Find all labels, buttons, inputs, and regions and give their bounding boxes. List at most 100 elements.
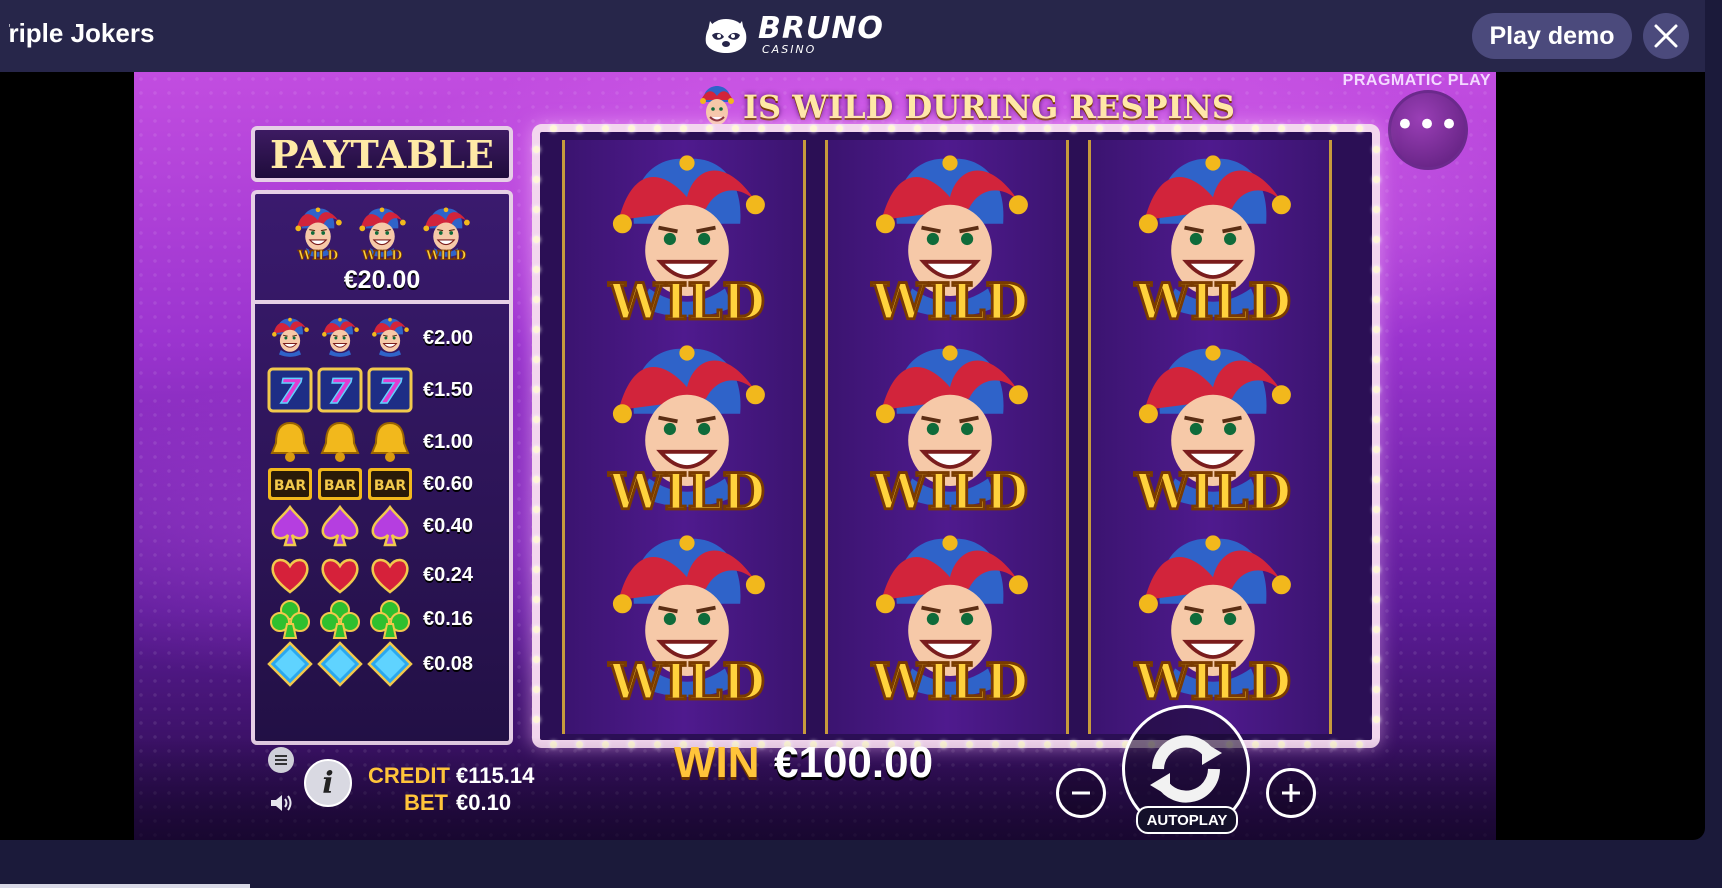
minus-icon <box>1072 791 1090 795</box>
paytable-row: 7 7 7 €1.50 <box>267 366 507 414</box>
heart-symbol <box>317 552 363 598</box>
svg-text:BAR: BAR <box>374 478 407 494</box>
frame-light <box>1373 236 1380 243</box>
frame-light <box>550 125 557 132</box>
credit-value: €115.14 <box>456 763 535 788</box>
svg-text:WILD: WILD <box>608 463 765 521</box>
decrease-bet-button[interactable] <box>1056 768 1106 818</box>
bet-value: €0.10 <box>456 790 512 815</box>
footer-strip <box>0 840 1722 888</box>
joker-wild-symbol: WILD <box>1097 144 1329 334</box>
club-symbol <box>267 596 313 642</box>
info-icon: i <box>322 765 334 801</box>
frame-light <box>1018 125 1025 132</box>
footer-divider <box>0 884 250 888</box>
frame-light <box>810 125 817 132</box>
paytable-value: €0.40 <box>423 514 474 537</box>
paytable-row: €1.00 <box>267 418 507 466</box>
frame-light <box>1373 266 1380 273</box>
frame-light <box>1373 596 1380 603</box>
wild-banner-text: IS WILD DURING RESPINS <box>743 88 1235 126</box>
frame-light <box>533 146 540 153</box>
frame-light <box>576 125 583 132</box>
frame-light <box>1278 125 1285 132</box>
frame-light <box>1373 506 1380 513</box>
frame-light <box>654 125 661 132</box>
bar-symbol: BAR <box>267 461 313 507</box>
win-label: WIN <box>674 738 760 787</box>
sound-button[interactable] <box>268 789 296 817</box>
frame-light <box>1373 686 1380 693</box>
paytable-title: PAYTABLE <box>251 126 513 182</box>
frame-light <box>602 125 609 132</box>
paytable-value: €2.00 <box>423 326 474 349</box>
frame-light <box>1373 536 1380 543</box>
joker-symbol <box>367 315 413 361</box>
spin-arrows-icon <box>1150 735 1222 803</box>
frame-light <box>533 266 540 273</box>
heart-symbol <box>267 552 313 598</box>
game-stage: PRAGMATIC PLAY IS WILD DURING RESPINS ••… <box>0 72 1705 840</box>
paytable-row: €0.08 <box>267 640 507 688</box>
frame-light <box>533 716 540 723</box>
frame-light <box>1330 125 1337 132</box>
frame-light <box>533 176 540 183</box>
svg-text:WILD: WILD <box>361 249 402 264</box>
raccoon-mascot-icon <box>705 19 747 53</box>
svg-text:7: 7 <box>378 372 402 412</box>
top-bar: Triple Jokers BRUNO CASINO Play demo <box>0 0 1705 72</box>
paytable-value: €0.08 <box>423 652 474 675</box>
increase-bet-button[interactable] <box>1266 768 1316 818</box>
bell-symbol <box>267 419 313 465</box>
svg-text:BAR: BAR <box>274 478 307 494</box>
joker-wild-symbol: WILD <box>289 202 347 264</box>
slot-game: PRAGMATIC PLAY IS WILD DURING RESPINS ••… <box>134 72 1496 840</box>
frame-light <box>533 656 540 663</box>
frame-light <box>706 125 713 132</box>
paytable-value: €0.24 <box>423 563 474 586</box>
reel-3: WILD WILD WILD <box>1088 140 1332 734</box>
svg-text:WILD: WILD <box>871 653 1028 711</box>
bar-symbol: BAR <box>367 461 413 507</box>
paytable-top: WILD WILD WILD €20.00 <box>255 194 509 304</box>
frame-light <box>533 446 540 453</box>
frame-light <box>992 125 999 132</box>
joker-symbol <box>267 315 313 361</box>
frame-light <box>1373 446 1380 453</box>
hamburger-icon <box>275 755 287 765</box>
frame-light <box>1200 125 1207 132</box>
menu-button[interactable]: ••• <box>1388 90 1468 170</box>
joker-wild-symbol: WILD <box>353 202 411 264</box>
joker-symbol <box>317 315 363 361</box>
svg-text:WILD: WILD <box>1134 273 1291 331</box>
joker-wild-symbol: WILD <box>834 524 1066 714</box>
diamond-symbol <box>367 641 413 687</box>
svg-text:7: 7 <box>328 372 352 412</box>
frame-light <box>1373 476 1380 483</box>
frame-light <box>533 326 540 333</box>
autoplay-button[interactable]: AUTOPLAY <box>1136 806 1238 834</box>
svg-text:BAR: BAR <box>324 478 357 494</box>
settings-menu-button[interactable] <box>268 747 294 773</box>
svg-text:WILD: WILD <box>1134 463 1291 521</box>
play-demo-button[interactable]: Play demo <box>1472 13 1632 59</box>
frame-light <box>1373 296 1380 303</box>
svg-text:7: 7 <box>278 372 302 412</box>
brand-subtitle: CASINO <box>762 42 817 56</box>
club-symbol <box>367 596 413 642</box>
reel-2: WILD WILD WILD <box>825 140 1069 734</box>
frame-light <box>1373 416 1380 423</box>
frame-light <box>1148 125 1155 132</box>
close-button[interactable] <box>1643 13 1689 59</box>
svg-text:WILD: WILD <box>871 463 1028 521</box>
frame-light <box>1356 125 1363 132</box>
seven-symbol: 7 <box>367 367 413 413</box>
frame-light <box>1373 356 1380 363</box>
info-button[interactable]: i <box>304 759 352 807</box>
speaker-icon <box>271 795 292 811</box>
bell-symbol <box>367 419 413 465</box>
frame-light <box>1373 626 1380 633</box>
frame-light <box>1373 386 1380 393</box>
frame-light <box>533 686 540 693</box>
frame-light <box>533 506 540 513</box>
